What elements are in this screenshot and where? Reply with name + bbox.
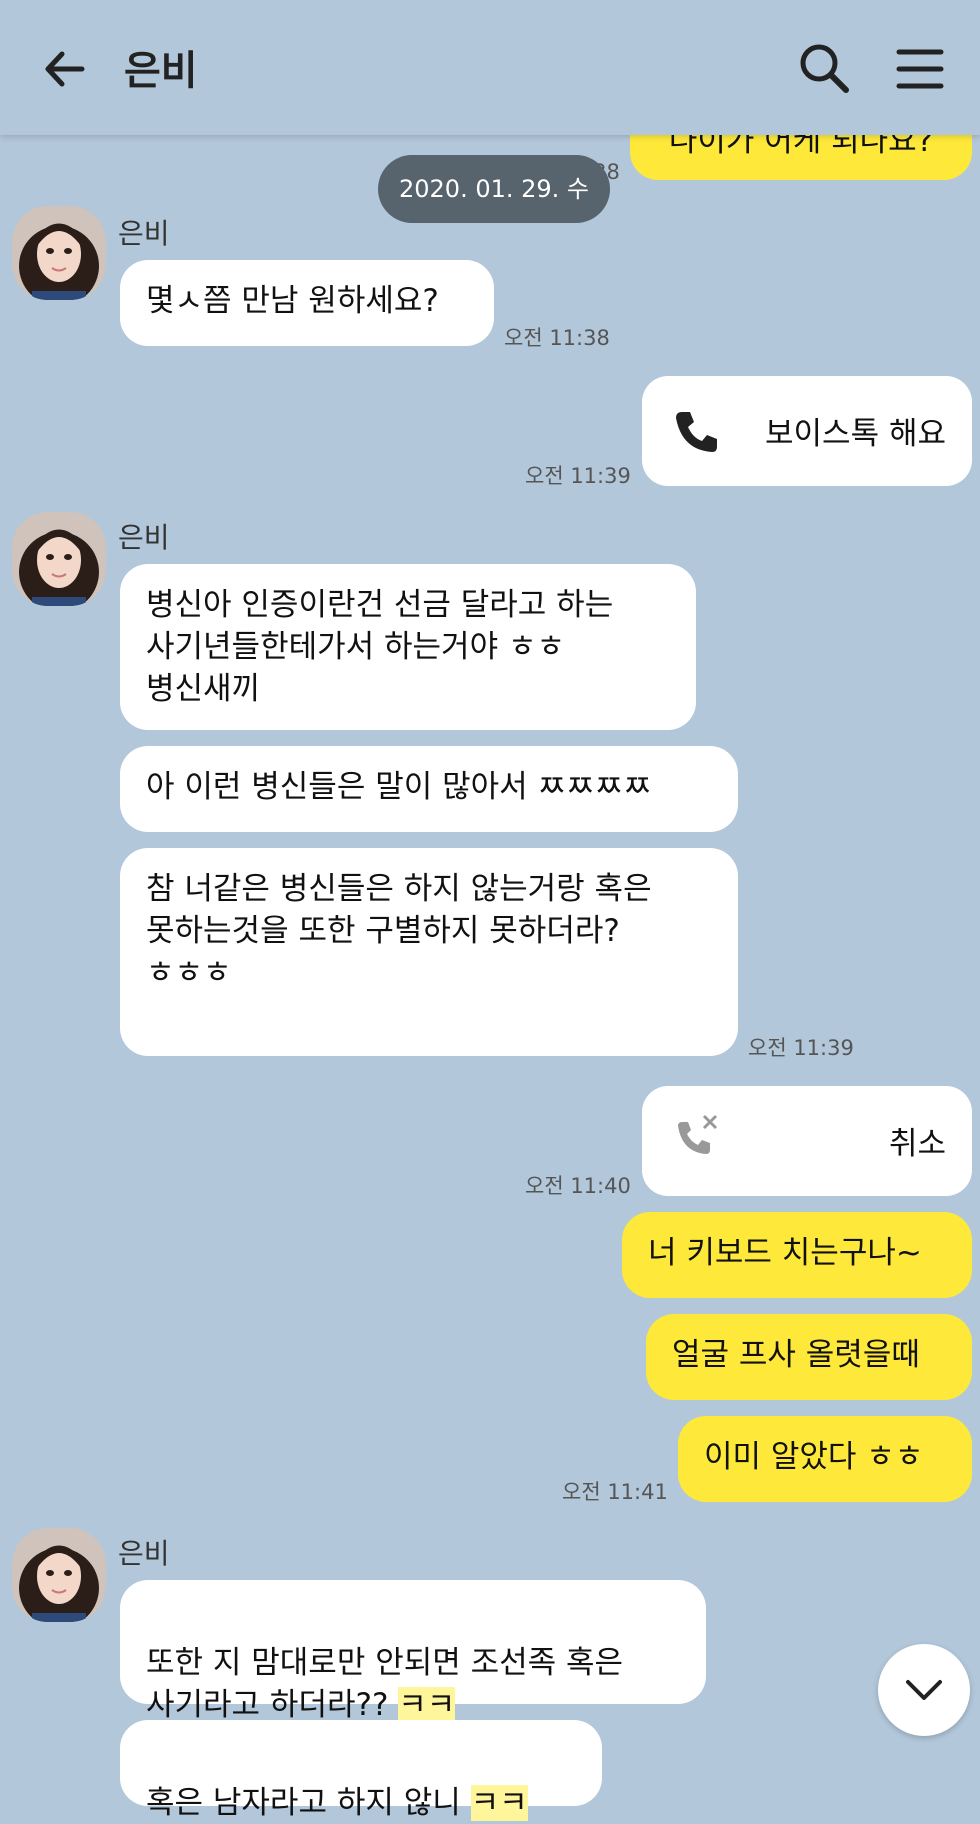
sender-name: 은비	[118, 1537, 170, 1570]
message-bubble[interactable]: 이미 알았다 ㅎㅎ	[678, 1416, 972, 1502]
message-bubble[interactable]: 병신아 인증이란건 선금 달라고 하는 사기년들한테가서 하는거야 ㅎㅎ 병신새…	[120, 564, 696, 730]
cancelled-call-bubble[interactable]: 취소	[642, 1086, 972, 1196]
call-label: 보이스톡 해요	[765, 416, 946, 452]
message-bubble[interactable]: 아 이런 병신들은 말이 많아서 ㅉㅉㅉㅉ	[120, 746, 738, 832]
voice-call-bubble[interactable]: 보이스톡 해요	[642, 376, 972, 486]
avatar[interactable]	[12, 512, 106, 606]
message-bubble[interactable]: 몇ㅅ쯤 만남 원하세요?	[120, 260, 494, 346]
message-time: 오전 11:40	[525, 1174, 631, 1198]
missed-call-icon	[678, 1114, 718, 1154]
sender-name: 은비	[118, 521, 170, 554]
date-separator: 2020. 01. 29. 수	[378, 155, 610, 223]
message-text: 혹은 남자라고 하지 않니	[146, 1785, 471, 1821]
message-time: 오전 11:39	[525, 464, 631, 488]
message-time: 오전 11:38	[504, 326, 610, 350]
menu-icon[interactable]	[895, 44, 945, 94]
highlighted-text: ㅋㅋ	[470, 1785, 528, 1821]
chat-header: 은비	[0, 0, 980, 135]
highlighted-text: ㅋㅋ	[398, 1687, 456, 1723]
message-bubble[interactable]: 얼굴 프사 올렷을때	[646, 1314, 972, 1400]
avatar[interactable]	[12, 1528, 106, 1622]
message-bubble-partial[interactable]: 혹은 남자라고 하지 않니 ㅋㅋ	[120, 1720, 602, 1821]
chat-area[interactable]: 나이가 어케 되나요? 오전 11:38 2020. 01. 29. 수 은비 …	[0, 0, 980, 1821]
chevron-down-icon	[906, 1680, 942, 1700]
back-arrow-icon[interactable]	[40, 44, 90, 94]
call-label: 취소	[888, 1126, 946, 1162]
message-bubble[interactable]: 또한 지 맘대로만 안되면 조선족 혹은 사기라고 하더라?? ㅋㅋ	[120, 1580, 706, 1723]
message-bubble[interactable]: 참 너같은 병신들은 하지 않는거랑 혹은 못하는것을 또한 구별하지 못하더라…	[120, 848, 738, 1056]
scroll-down-button[interactable]	[878, 1644, 970, 1736]
phone-icon	[676, 412, 717, 452]
sender-name: 은비	[118, 217, 170, 250]
message-text: 또한 지 맘대로만 안되면 조선족 혹은 사기라고 하더라??	[146, 1645, 624, 1723]
message-bubble[interactable]: 너 키보드 치는구나~	[622, 1212, 972, 1298]
avatar[interactable]	[12, 206, 106, 300]
message-time: 오전 11:39	[748, 1036, 854, 1060]
search-icon[interactable]	[798, 42, 850, 94]
chat-title: 은비	[124, 48, 198, 94]
message-time: 오전 11:41	[562, 1480, 668, 1504]
